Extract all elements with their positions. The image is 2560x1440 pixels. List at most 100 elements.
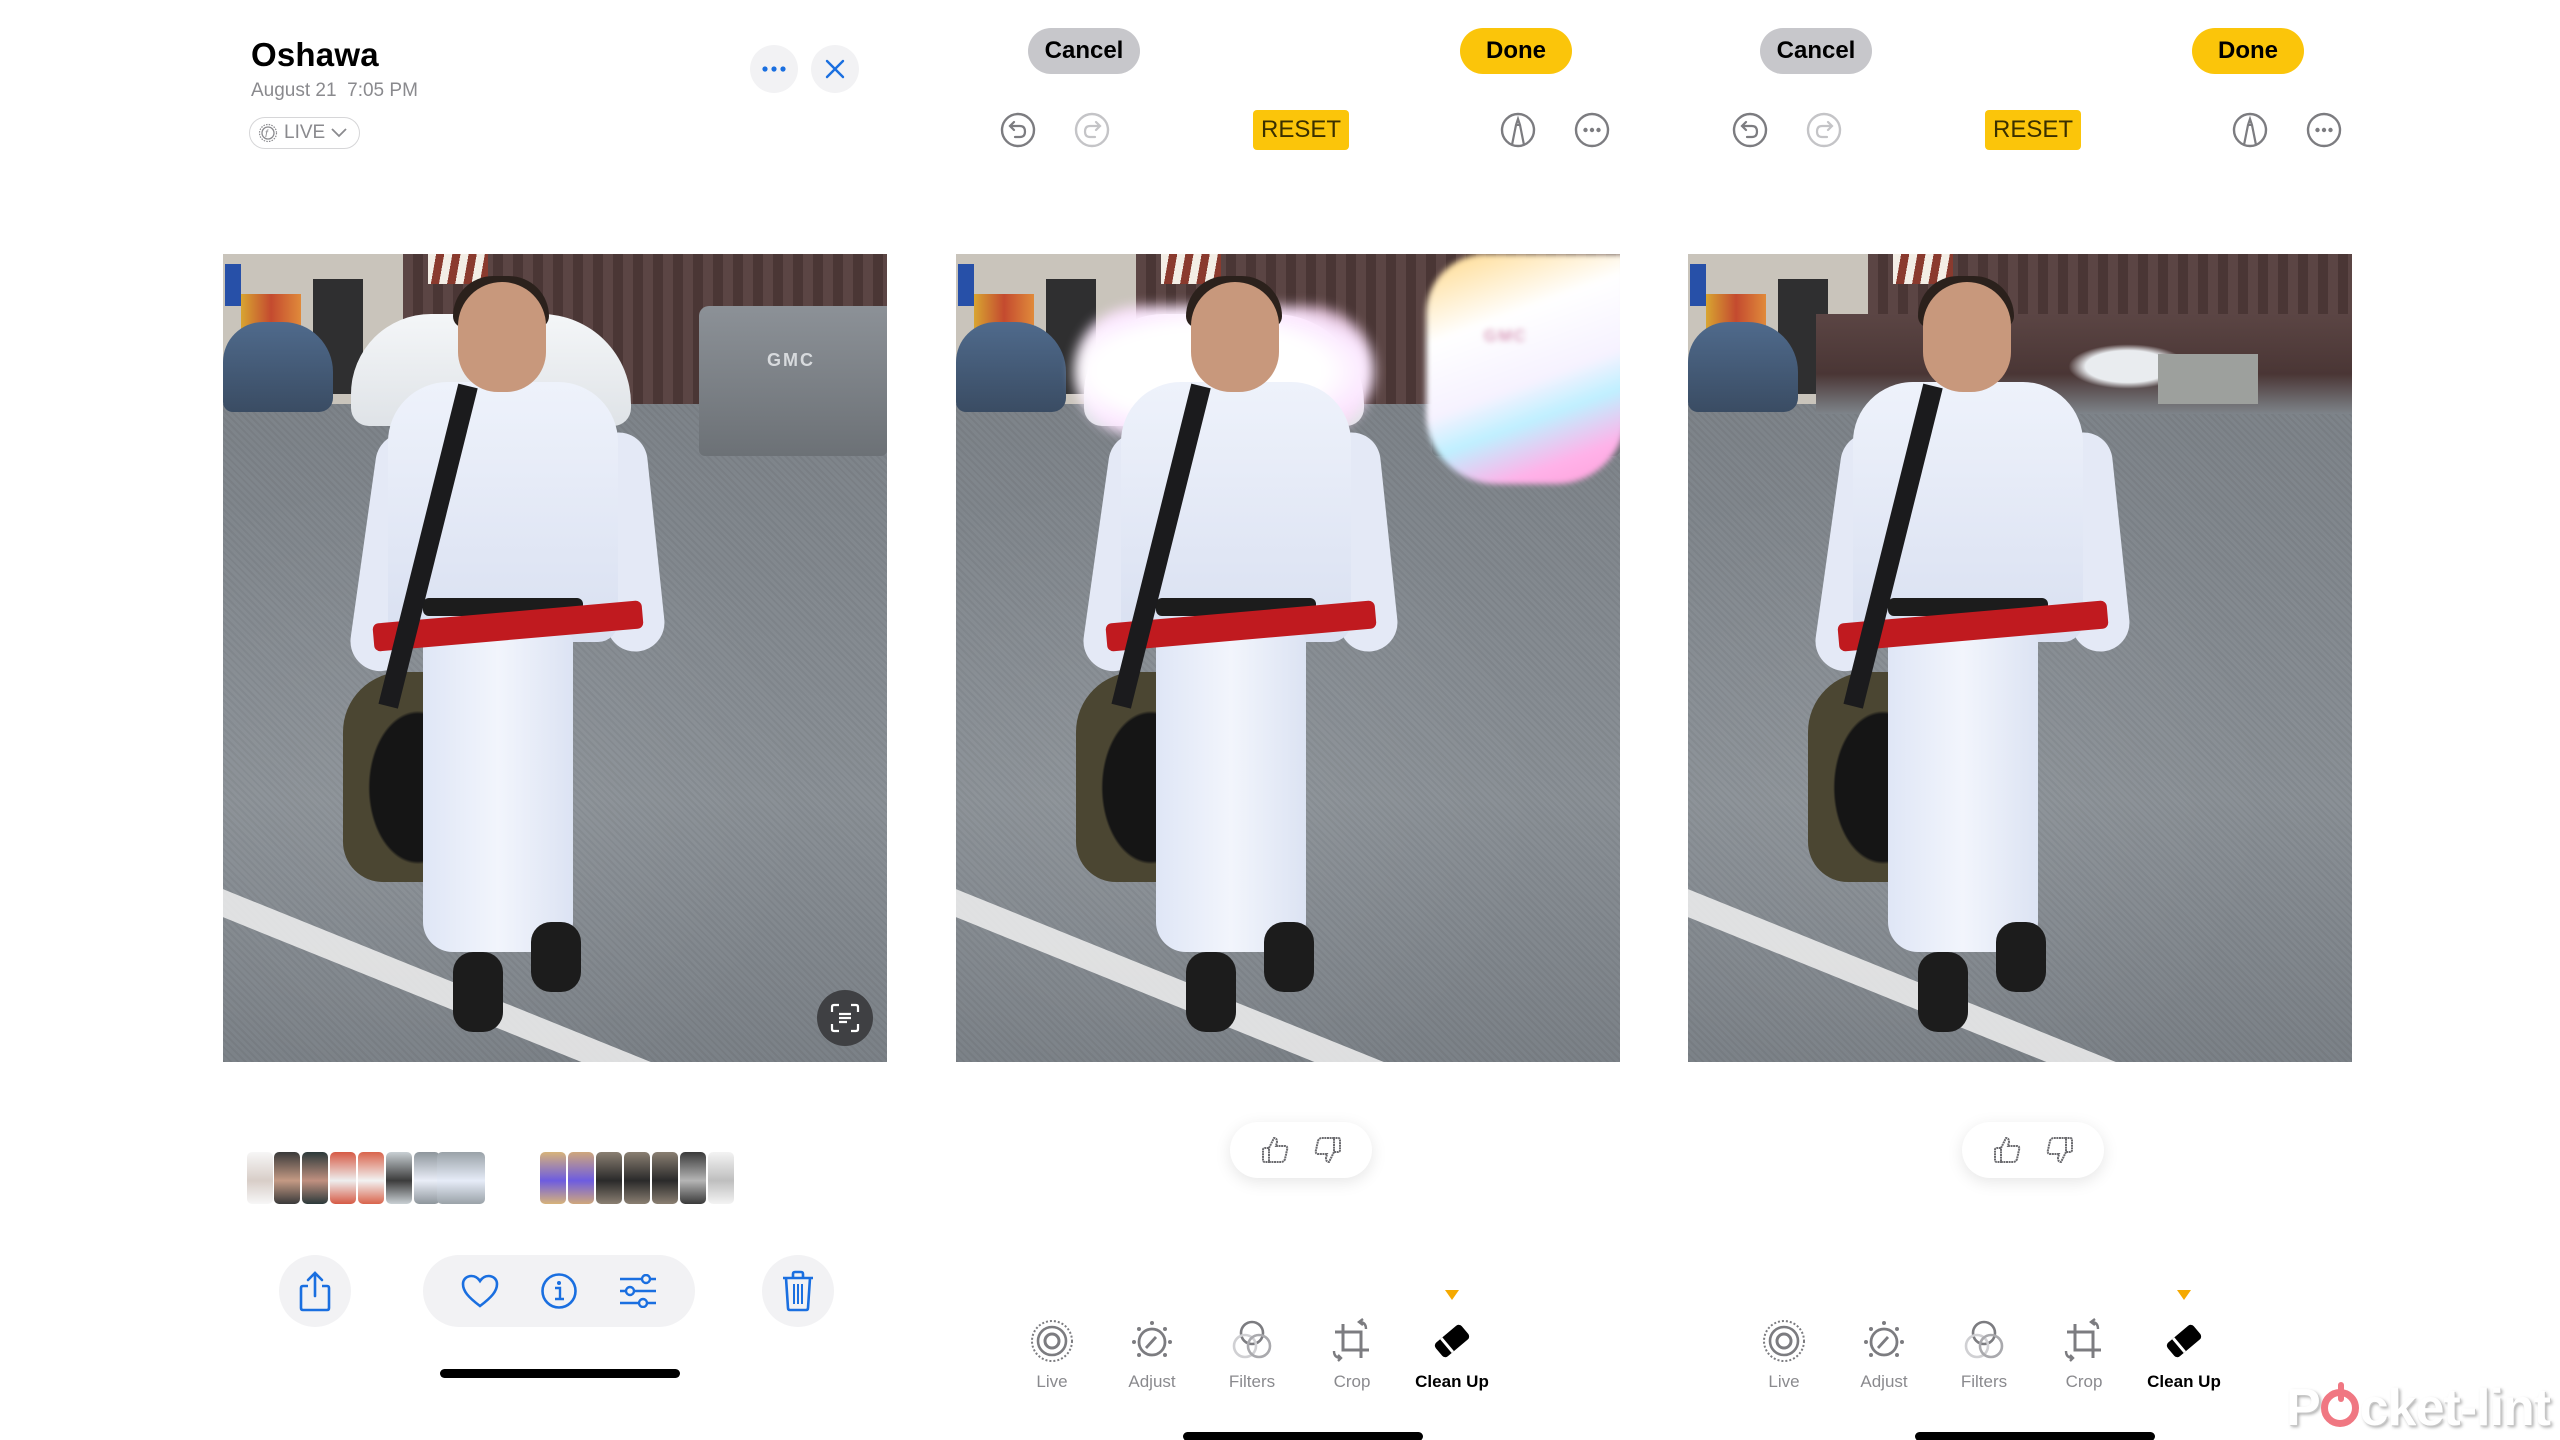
edit-tab-label: Crop — [2065, 1372, 2103, 1391]
photo-datetime: August 21 7:05 PM — [251, 80, 418, 102]
thumbnail[interactable] — [708, 1152, 734, 1204]
thumbnail[interactable] — [247, 1152, 273, 1204]
info-button[interactable] — [533, 1265, 585, 1317]
more-edit-options-button[interactable] — [2304, 110, 2344, 150]
adjust-dial-icon — [1861, 1312, 1907, 1364]
edit-tab-adjust[interactable]: Adjust — [1102, 1290, 1202, 1392]
thumbnail[interactable] — [568, 1152, 594, 1204]
edit-tab-live[interactable]: Live — [1002, 1290, 1102, 1392]
home-indicator — [1183, 1432, 1423, 1440]
edit-tab-label: Filters — [1960, 1372, 2008, 1391]
cleanup-feedback — [1962, 1122, 2104, 1178]
live-text-button[interactable] — [817, 990, 873, 1046]
ellipsis-circle-icon — [1574, 112, 1610, 148]
edit-tab-clean-up[interactable]: Clean Up — [1402, 1290, 1502, 1392]
live-photo-toggle[interactable]: f LIVE — [249, 117, 361, 149]
edit-tab-label: Clean Up — [1415, 1372, 1489, 1391]
trash-icon — [783, 1270, 813, 1312]
thumbnail[interactable] — [652, 1152, 678, 1204]
redo-button[interactable] — [1072, 110, 1112, 150]
truck-brand-text: GMC — [767, 350, 815, 370]
photo-viewer-panel: Oshawa August 21 7:05 PM f LIVE GMC — [185, 0, 925, 1440]
thumbnail[interactable] — [330, 1152, 356, 1204]
filters-icon — [1961, 1312, 2007, 1364]
thumbnail[interactable] — [540, 1152, 566, 1204]
ellipsis-circle-icon — [2306, 112, 2342, 148]
edit-tab-crop[interactable]: Crop — [1302, 1290, 1402, 1392]
undo-icon — [1000, 112, 1036, 148]
markup-button[interactable] — [1498, 110, 1538, 150]
thumbs-up-button[interactable] — [1987, 1130, 2027, 1170]
edit-tab-live[interactable]: Live — [1734, 1290, 1834, 1392]
favorite-button[interactable] — [454, 1265, 506, 1317]
redo-button[interactable] — [1804, 110, 1844, 150]
edit-tab-filters[interactable]: Filters — [1934, 1290, 2034, 1392]
edit-tab-crop[interactable]: Crop — [2034, 1290, 2134, 1392]
more-options-button[interactable] — [750, 45, 798, 93]
eraser-icon — [1429, 1312, 1475, 1364]
photo-editing-canvas[interactable]: GMC — [956, 254, 1620, 1062]
thumbs-down-button[interactable] — [1308, 1130, 1348, 1170]
undo-button[interactable] — [998, 110, 1038, 150]
edit-tab-label: Adjust — [1128, 1372, 1176, 1391]
thumbnail[interactable] — [358, 1152, 384, 1204]
thumbnail[interactable] — [302, 1152, 328, 1204]
share-button[interactable] — [279, 1255, 351, 1327]
watermark-text-end: cket-lint — [2359, 1379, 2551, 1437]
close-button[interactable] — [811, 45, 859, 93]
thumbnail[interactable] — [596, 1152, 622, 1204]
thumbnail[interactable] — [386, 1152, 412, 1204]
cleanup-feedback — [1230, 1122, 1372, 1178]
markup-button[interactable] — [2230, 110, 2270, 150]
cancel-button[interactable]: Cancel — [1760, 28, 1872, 74]
edit-tab-filters[interactable]: Filters — [1202, 1290, 1302, 1392]
crop-rotate-icon — [1329, 1312, 1375, 1364]
thumbs-up-icon — [1261, 1136, 1288, 1163]
eraser-icon — [2161, 1312, 2207, 1364]
thumbnail-strip[interactable] — [247, 1152, 767, 1204]
redo-icon — [1806, 112, 1842, 148]
thumbnail[interactable] — [274, 1152, 300, 1204]
ellipsis-icon — [762, 66, 786, 72]
edit-tab-label: Clean Up — [2147, 1372, 2221, 1391]
thumbs-down-button[interactable] — [2040, 1130, 2080, 1170]
reset-button[interactable]: RESET — [1985, 110, 2081, 150]
location-title: Oshawa — [251, 36, 379, 73]
edit-mode-tabs: Live Adjust Filters Crop Clean Up — [1734, 1290, 2334, 1400]
markup-pen-icon — [1500, 112, 1536, 148]
pocket-lint-watermark: Pcket-lint — [2285, 1378, 2551, 1438]
thumbnail[interactable] — [437, 1152, 485, 1204]
edit-adjust-button[interactable] — [612, 1265, 664, 1317]
thumbs-up-button[interactable] — [1255, 1130, 1295, 1170]
cleanup-highlight-truck[interactable]: GMC — [1426, 254, 1620, 484]
watermark-text-start: P — [2285, 1379, 2321, 1437]
cleanup-edit-panel-selection: Cancel Done RESET GMC Live Adjust Filter… — [918, 0, 1658, 1440]
edit-tab-adjust[interactable]: Adjust — [1834, 1290, 1934, 1392]
edit-tab-label: Adjust — [1860, 1372, 1908, 1391]
done-button[interactable]: Done — [1460, 28, 1572, 74]
cancel-button[interactable]: Cancel — [1028, 28, 1140, 74]
active-tab-indicator — [2177, 1290, 2191, 1300]
photo-editing-canvas[interactable] — [1688, 254, 2352, 1062]
delete-button[interactable] — [762, 1255, 834, 1327]
live-photo-icon — [1029, 1312, 1075, 1364]
live-text-icon — [830, 1003, 860, 1033]
share-icon — [299, 1271, 331, 1312]
close-icon — [825, 59, 845, 79]
undo-button[interactable] — [1730, 110, 1770, 150]
done-button[interactable]: Done — [2192, 28, 2304, 74]
edit-tab-label: Live — [1768, 1372, 1800, 1391]
photo-actions-group — [423, 1255, 695, 1327]
photo-original[interactable]: GMC — [223, 254, 887, 1062]
edit-tab-clean-up[interactable]: Clean Up — [2134, 1290, 2234, 1392]
live-label: LIVE — [284, 122, 326, 143]
live-photo-icon — [1761, 1312, 1807, 1364]
live-photo-icon: f — [258, 123, 278, 143]
thumbnail[interactable] — [624, 1152, 650, 1204]
thumbnail[interactable] — [680, 1152, 706, 1204]
thumbs-down-icon — [1314, 1137, 1341, 1164]
reset-button[interactable]: RESET — [1253, 110, 1349, 150]
adjust-dial-icon — [1129, 1312, 1175, 1364]
redo-icon — [1074, 112, 1110, 148]
more-edit-options-button[interactable] — [1572, 110, 1612, 150]
